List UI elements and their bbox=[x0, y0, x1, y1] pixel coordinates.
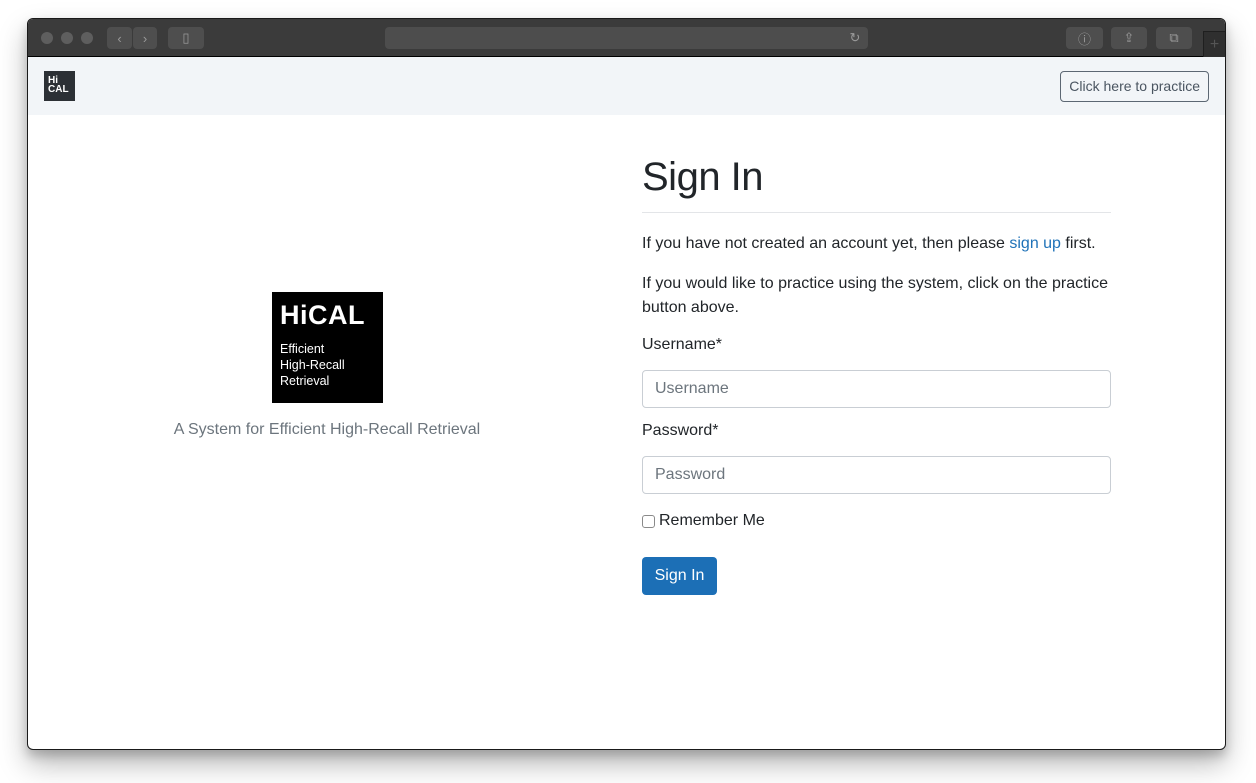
info-icon: ⓘ bbox=[1077, 31, 1091, 47]
sign-in-button[interactable]: Sign In bbox=[642, 557, 717, 595]
practice-button[interactable]: Click here to practice bbox=[1060, 71, 1209, 102]
zoom-window-button[interactable] bbox=[81, 32, 93, 44]
hical-logo-title: HiCAL bbox=[280, 300, 365, 330]
browser-titlebar: ‹ › ▯ ↻ ⓘ ⇪ ⧉ + bbox=[28, 19, 1225, 57]
signup-prompt-before: If you have not created an account yet, … bbox=[642, 235, 1010, 252]
hical-logo-line2: High-Recall bbox=[280, 358, 345, 372]
navbar-logo[interactable]: Hi CAL bbox=[44, 71, 75, 101]
minimize-window-button[interactable] bbox=[61, 32, 73, 44]
address-bar[interactable]: ↻ bbox=[385, 27, 868, 49]
forward-button[interactable]: › bbox=[133, 27, 157, 49]
tagline: A System for Efficient High-Recall Retri… bbox=[173, 421, 481, 438]
username-input[interactable] bbox=[642, 370, 1111, 408]
chevron-left-icon: ‹ bbox=[117, 30, 122, 46]
reload-icon[interactable]: ↻ bbox=[846, 29, 864, 47]
remember-me-row[interactable]: Remember Me bbox=[642, 512, 765, 530]
close-window-button[interactable] bbox=[41, 32, 53, 44]
hical-logo-line3: Retrieval bbox=[280, 374, 330, 388]
signup-prompt-after: first. bbox=[1060, 235, 1096, 252]
plus-icon: + bbox=[1209, 36, 1220, 53]
chevron-right-icon: › bbox=[142, 30, 148, 46]
remember-me-label[interactable]: Remember Me bbox=[659, 512, 765, 530]
back-button[interactable]: ‹ bbox=[107, 27, 132, 49]
share-button[interactable]: ⇪ bbox=[1111, 27, 1147, 49]
navbar-logo-line2: CAL bbox=[48, 84, 69, 95]
password-label: Password* bbox=[642, 422, 719, 439]
tabs-icon: ⧉ bbox=[1169, 30, 1179, 45]
practice-prompt: If you would like to practice using the … bbox=[642, 275, 1108, 316]
signup-prompt: If you have not created an account yet, … bbox=[642, 232, 1111, 256]
sidebar-icon: ▯ bbox=[182, 30, 190, 45]
tabs-overview-button[interactable]: ⧉ bbox=[1156, 27, 1192, 49]
sidebar-toggle-button[interactable]: ▯ bbox=[168, 27, 204, 49]
info-button[interactable]: ⓘ bbox=[1066, 27, 1103, 49]
browser-window: ‹ › ▯ ↻ ⓘ ⇪ ⧉ + Hi CAL Click here to pra… bbox=[27, 18, 1226, 750]
hical-logo: HiCAL Efficient High-Recall Retrieval bbox=[272, 292, 383, 403]
sign-up-link[interactable]: sign up bbox=[1009, 235, 1061, 252]
navbar: Hi CAL Click here to practice bbox=[28, 57, 1225, 115]
share-icon: ⇪ bbox=[1123, 30, 1135, 45]
title-divider bbox=[642, 212, 1111, 213]
hero-section: HiCAL Efficient High-Recall Retrieval A … bbox=[28, 115, 626, 749]
hical-logo-line1: Efficient bbox=[280, 342, 325, 356]
new-tab-button[interactable]: + bbox=[1203, 31, 1225, 57]
remember-me-checkbox[interactable] bbox=[642, 514, 655, 528]
password-input[interactable] bbox=[642, 456, 1111, 494]
username-label: Username* bbox=[642, 336, 723, 353]
page-title: Sign In bbox=[642, 155, 764, 199]
